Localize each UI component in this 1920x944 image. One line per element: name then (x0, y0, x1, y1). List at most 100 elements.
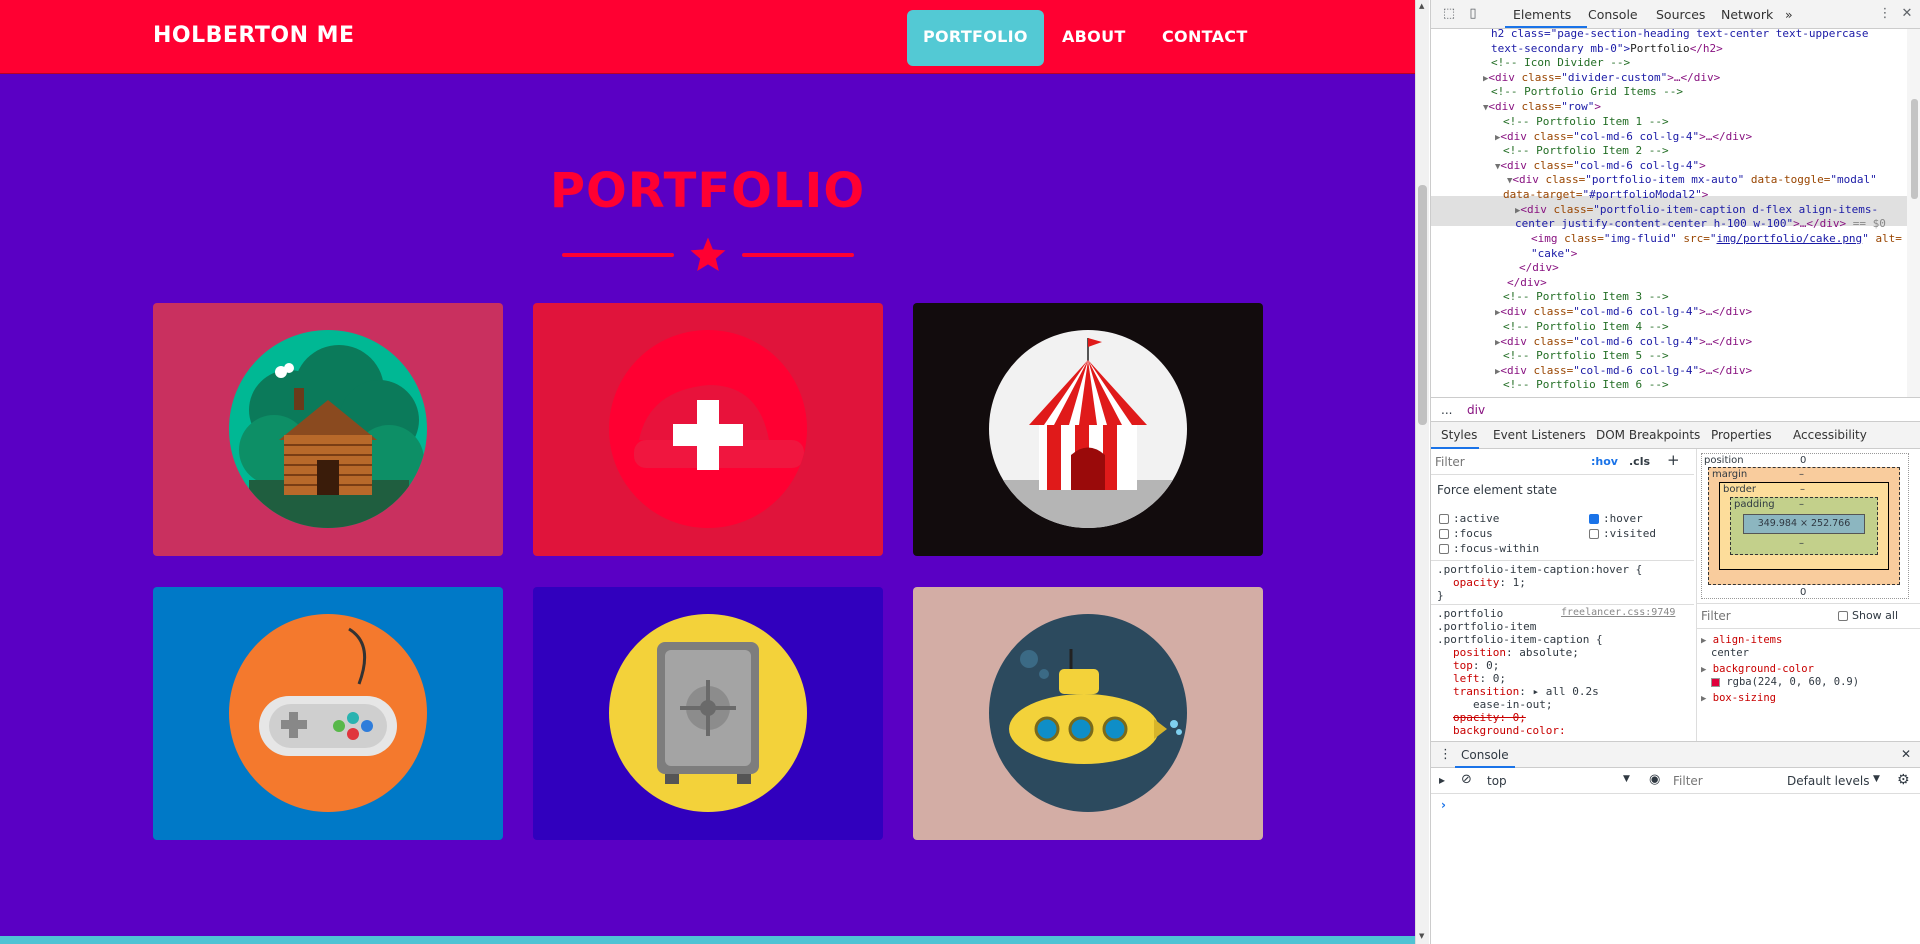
dom-comment[interactable]: <!-- Portfolio Item 1 --> (1503, 114, 1669, 129)
rule-selector[interactable]: .portfolio-item-caption { (1437, 633, 1603, 646)
more-options-icon[interactable]: ⋮ (1877, 6, 1893, 22)
portfolio-item-cake[interactable] (533, 303, 883, 556)
cls-toggle[interactable]: .cls (1629, 455, 1650, 468)
dom-comment[interactable]: <!-- Portfolio Item 4 --> (1503, 319, 1669, 334)
rule-declaration[interactable]: transition: ▸ all 0.2s (1453, 685, 1599, 698)
styles-pane: :hov .cls + Force element state :active … (1431, 449, 1694, 741)
rule-selector[interactable]: .portfolio-item (1437, 620, 1536, 633)
dom-tree-scrollbar-thumb[interactable] (1911, 99, 1918, 199)
dom-comment[interactable]: <!-- Icon Divider --> (1491, 55, 1630, 70)
divider-line-left (562, 253, 674, 257)
star-icon (690, 237, 726, 271)
dom-comment[interactable]: <!-- Portfolio Item 5 --> (1503, 348, 1669, 363)
computed-property[interactable]: ▶ box-sizing (1701, 692, 1776, 704)
tab-network[interactable]: Network (1721, 7, 1773, 22)
dom-line[interactable]: data-target="#portfolioModal2"> (1503, 187, 1708, 202)
more-tabs-chevron-icon[interactable]: » (1785, 7, 1793, 22)
dom-comment[interactable]: <!-- Portfolio Grid Items --> (1491, 84, 1683, 99)
portfolio-item-game-controller[interactable] (153, 587, 503, 840)
devtools-tab-bar: ⬚ ▯ Elements Console Sources Network » ⋮… (1431, 0, 1920, 29)
dom-line[interactable]: "cake"> (1531, 246, 1577, 261)
styles-filter-input[interactable] (1435, 453, 1585, 471)
rule-selector[interactable]: .portfolio (1437, 607, 1503, 620)
focus-within-checkbox[interactable] (1439, 544, 1449, 554)
context-selector[interactable]: top (1487, 774, 1507, 788)
tab-elements[interactable]: Elements (1513, 7, 1571, 22)
breadcrumb-item-div[interactable]: div (1467, 403, 1485, 417)
visited-checkbox[interactable] (1589, 529, 1599, 539)
rule-selector[interactable]: .portfolio-item-caption:hover { (1437, 563, 1642, 576)
dom-tree-scrollbar[interactable] (1907, 29, 1920, 397)
dom-line[interactable]: </div> (1507, 275, 1547, 290)
subtab-styles[interactable]: Styles (1441, 428, 1477, 442)
subtab-event-listeners[interactable]: Event Listeners (1493, 428, 1586, 442)
log-levels-dropdown-icon[interactable]: ▼ (1873, 774, 1880, 784)
device-toolbar-icon[interactable]: ▯ (1465, 6, 1481, 22)
nav-link-contact[interactable]: CONTACT (1146, 10, 1264, 66)
subtab-accessibility[interactable]: Accessibility (1793, 428, 1867, 442)
tab-sources[interactable]: Sources (1656, 7, 1705, 22)
close-drawer-icon[interactable]: ✕ (1901, 747, 1911, 761)
breadcrumb-ellipsis[interactable]: ... (1441, 403, 1452, 417)
portfolio-item-cabin[interactable] (153, 303, 503, 556)
sidebar-toggle-icon[interactable]: ▸ (1439, 773, 1445, 787)
page-scrollbar[interactable]: ▲ ▼ (1415, 0, 1429, 944)
box-model-position: position 0 0 margin – border – padding –… (1701, 453, 1909, 599)
computed-filter-input[interactable] (1701, 608, 1811, 624)
portfolio-item-safe[interactable] (533, 587, 883, 840)
console-filter-input[interactable] (1673, 772, 1763, 790)
stylesheet-source-link[interactable]: freelancer.css:9749 (1561, 607, 1675, 618)
nav-link-portfolio[interactable]: PORTFOLIO (907, 10, 1044, 66)
subtab-properties[interactable]: Properties (1711, 428, 1772, 442)
submarine-image (989, 614, 1187, 812)
computed-property[interactable]: ▶ background-color (1701, 663, 1814, 675)
page-scrollbar-thumb[interactable] (1418, 185, 1427, 425)
hov-toggle[interactable]: :hov (1591, 455, 1618, 468)
subtab-dom-breakpoints[interactable]: DOM Breakpoints (1596, 428, 1700, 442)
rule-declaration[interactable]: ease-in-out; (1473, 698, 1552, 711)
scroll-up-arrow[interactable]: ▲ (1419, 2, 1424, 10)
new-rule-icon[interactable]: + (1667, 451, 1680, 469)
color-swatch[interactable] (1711, 677, 1720, 687)
console-prompt[interactable]: › (1441, 798, 1446, 812)
dom-line[interactable]: text-secondary mb-0">Portfolio</h2> (1491, 41, 1723, 56)
rule-declaration[interactable]: opacity: 1; (1453, 576, 1526, 589)
rule-declaration-overridden[interactable]: opacity: 0; (1453, 711, 1526, 724)
rule-declaration[interactable]: position: absolute; (1453, 646, 1579, 659)
console-settings-gear-icon[interactable]: ⚙ (1897, 772, 1910, 788)
computed-value: center (1711, 647, 1749, 659)
computed-property[interactable]: ▶ align-items (1701, 634, 1782, 646)
tab-console[interactable]: Console (1588, 7, 1638, 22)
dom-comment[interactable]: <!-- Portfolio Item 2 --> (1503, 143, 1669, 158)
rule-declaration[interactable]: left: 0; (1453, 672, 1506, 685)
nav-link-about[interactable]: ABOUT (1046, 10, 1142, 66)
clear-console-icon[interactable]: ⊘ (1461, 772, 1472, 787)
drawer-menu-icon[interactable]: ⋮ (1439, 747, 1452, 762)
portfolio-item-circus[interactable] (913, 303, 1263, 556)
dom-line[interactable]: h2 class="page-section-heading text-cent… (1491, 29, 1869, 41)
live-expression-eye-icon[interactable]: ◉ (1649, 772, 1660, 787)
devtools-panel: ⬚ ▯ Elements Console Sources Network » ⋮… (1430, 0, 1920, 944)
dom-line[interactable]: </div> (1519, 260, 1559, 275)
log-levels-dropdown[interactable]: Default levels (1787, 774, 1869, 788)
show-all-checkbox[interactable] (1838, 611, 1848, 621)
dom-comment[interactable]: <!-- Portfolio Item 3 --> (1503, 289, 1669, 304)
close-devtools-icon[interactable]: ✕ (1899, 6, 1915, 22)
focus-checkbox[interactable] (1439, 529, 1449, 539)
context-dropdown-icon[interactable]: ▼ (1623, 774, 1630, 784)
portfolio-item-submarine[interactable] (913, 587, 1263, 840)
active-checkbox[interactable] (1439, 514, 1449, 524)
dom-line-selected[interactable]: center justify-content-center h-100 w-10… (1515, 216, 1886, 231)
rule-declaration[interactable]: top: 0; (1453, 659, 1499, 672)
styles-filter-row: :hov .cls + (1431, 449, 1694, 475)
rule-declaration[interactable]: background-color: (1453, 724, 1566, 737)
dom-line[interactable]: <img class="img-fluid" src="img/portfoli… (1531, 231, 1902, 246)
inspect-element-icon[interactable]: ⬚ (1441, 6, 1457, 22)
console-drawer-tab[interactable]: Console (1461, 748, 1509, 762)
rule-close-brace: } (1437, 589, 1444, 602)
dom-comment[interactable]: <!-- Portfolio Item 6 --> (1503, 377, 1669, 392)
hover-checkbox[interactable] (1589, 514, 1599, 524)
scroll-down-arrow[interactable]: ▼ (1419, 932, 1424, 940)
active-label: :active (1453, 512, 1500, 525)
brand-logo[interactable]: HOLBERTON ME (153, 23, 355, 48)
